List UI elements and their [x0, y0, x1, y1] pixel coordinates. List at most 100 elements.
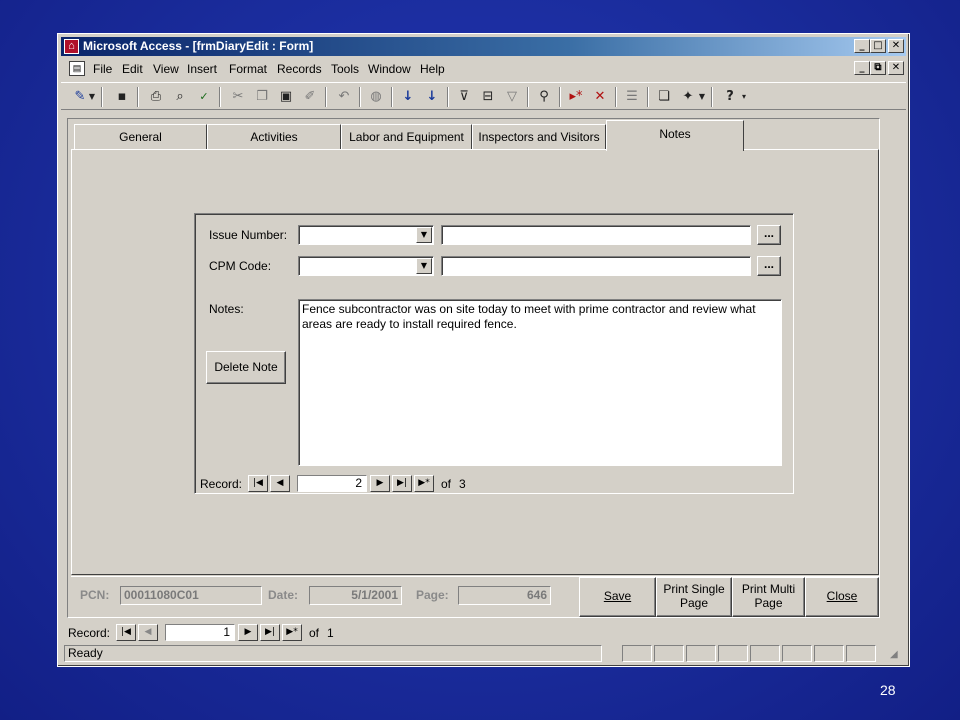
chevron-down-icon[interactable]: ▼ [416, 258, 432, 274]
status-pane [686, 645, 716, 662]
paste-icon[interactable]: ▣ [275, 86, 297, 108]
access-window: ⌂ Microsoft Access - [frmDiaryEdit : For… [57, 33, 910, 667]
cpm-description-field[interactable] [441, 256, 751, 276]
date-field: 5/1/2001 [309, 586, 402, 605]
window-title: Microsoft Access - [frmDiaryEdit : Form] [83, 39, 314, 53]
issue-lookup-button[interactable]: ... [757, 225, 781, 245]
new-record-icon[interactable]: ▸* [565, 86, 587, 108]
copy-icon[interactable]: ❐ [251, 86, 273, 108]
notes-text: Fence subcontractor was on site today to… [302, 302, 759, 331]
cpm-code-label: CPM Code: [209, 259, 272, 273]
maximize-button[interactable]: □ [870, 39, 886, 53]
menu-tools[interactable]: Tools [331, 62, 359, 76]
cut-icon[interactable]: ✂ [227, 86, 249, 108]
main-record-number[interactable]: 1 [165, 624, 235, 641]
menu-view[interactable]: View [153, 62, 179, 76]
menu-records[interactable]: Records [277, 62, 322, 76]
subform-record-label: Record: [200, 477, 243, 491]
database-window-icon[interactable]: ❏ [653, 86, 675, 108]
main-record-total: 1 [327, 626, 334, 640]
cpm-lookup-button[interactable]: ... [757, 256, 781, 276]
main-first-record-icon[interactable]: |◀ [116, 624, 136, 641]
mdi-minimize-button[interactable]: _ [854, 61, 870, 75]
main-of-label: of [309, 626, 320, 640]
apply-filter-icon[interactable]: ▽ [501, 86, 523, 108]
save-button[interactable]: Save [579, 577, 656, 617]
tab-labor-and-equipment[interactable]: Labor and Equipment [341, 124, 472, 150]
subform-record-number[interactable]: 2 [297, 475, 367, 492]
new-object-icon[interactable]: ✦ [677, 86, 699, 108]
filter-by-selection-icon[interactable]: ⊽ [453, 86, 475, 108]
subform-of-label: of [441, 477, 452, 491]
tab-inspectors-and-visitors[interactable]: Inspectors and Visitors [472, 124, 606, 150]
issue-description-field[interactable] [441, 225, 751, 245]
form-footer: PCN: 00011080C01 Date: 5/1/2001 Page: 64… [71, 576, 879, 617]
help-dropdown-icon[interactable]: ▾ [739, 86, 749, 108]
print-preview-icon[interactable]: ⌕ [169, 86, 191, 108]
tab-general[interactable]: General [74, 124, 207, 150]
minimize-button[interactable]: _ [854, 39, 870, 53]
chevron-down-icon[interactable]: ▼ [416, 227, 432, 243]
pcn-field: 00011080C01 [120, 586, 262, 605]
undo-icon[interactable]: ↶ [333, 86, 355, 108]
spelling-icon[interactable]: ✓ [193, 86, 215, 108]
page-label: Page: [416, 588, 449, 602]
form-control-menu-icon[interactable]: ▤ [69, 61, 85, 76]
notes-label: Notes: [209, 302, 244, 316]
tab-activities[interactable]: Activities [207, 124, 341, 150]
menu-help[interactable]: Help [420, 62, 445, 76]
print-single-page-button[interactable]: Print Single Page [656, 577, 732, 617]
sort-ascending-icon[interactable]: ↓ [397, 86, 419, 108]
format-painter-icon[interactable]: ✐ [299, 86, 321, 108]
mdi-close-button[interactable]: ✕ [888, 61, 904, 75]
previous-record-icon[interactable]: ◀ [270, 475, 290, 492]
help-icon[interactable]: ? [719, 86, 741, 108]
print-icon[interactable]: ⎙ [145, 86, 167, 108]
close-window-button[interactable]: ✕ [888, 39, 904, 53]
print-multi-page-button[interactable]: Print Multi Page [732, 577, 805, 617]
delete-note-button[interactable]: Delete Note [206, 351, 286, 384]
subform-record-total: 3 [459, 477, 466, 491]
delete-record-icon[interactable]: ✕ [589, 86, 611, 108]
new-record-nav-icon[interactable]: ▶* [414, 475, 434, 492]
title-bar: ⌂ Microsoft Access - [frmDiaryEdit : For… [61, 37, 906, 56]
close-form-button[interactable]: Close [805, 577, 879, 617]
main-previous-record-icon[interactable]: ◀ [138, 624, 158, 641]
pcn-label: PCN: [80, 588, 110, 602]
status-pane [782, 645, 812, 662]
date-label: Date: [268, 588, 299, 602]
menu-format[interactable]: Format [229, 62, 267, 76]
menu-insert[interactable]: Insert [187, 62, 217, 76]
new-object-dropdown-icon[interactable]: ▼ [697, 86, 707, 108]
save-icon[interactable]: ▪ [111, 86, 133, 108]
cpm-code-combo[interactable]: ▼ [298, 256, 434, 276]
next-record-icon[interactable]: ▶ [370, 475, 390, 492]
status-pane [814, 645, 844, 662]
filter-by-form-icon[interactable]: ⊟ [477, 86, 499, 108]
menu-window[interactable]: Window [368, 62, 411, 76]
tab-notes[interactable]: Notes [606, 120, 744, 151]
main-record-label: Record: [68, 626, 111, 640]
first-record-icon[interactable]: |◀ [248, 475, 268, 492]
find-icon[interactable]: ⚲ [533, 86, 555, 108]
access-key-icon[interactable]: ⌂ [64, 39, 79, 54]
sort-descending-icon[interactable]: ↓ [421, 86, 443, 108]
status-text: Ready [64, 645, 602, 662]
issue-number-combo[interactable]: ▼ [298, 225, 434, 245]
notes-textarea[interactable]: Fence subcontractor was on site today to… [298, 299, 782, 466]
hyperlink-icon[interactable]: ◍ [365, 86, 387, 108]
menu-edit[interactable]: Edit [122, 62, 143, 76]
menu-file[interactable]: File [93, 62, 112, 76]
main-last-record-icon[interactable]: ▶| [260, 624, 280, 641]
status-pane [750, 645, 780, 662]
notes-subform: Issue Number: ▼ ... CPM Code: ▼ ... Note… [194, 213, 794, 494]
view-dropdown-icon[interactable]: ▼ [87, 86, 97, 108]
last-record-icon[interactable]: ▶| [392, 475, 412, 492]
main-new-record-icon[interactable]: ▶* [282, 624, 302, 641]
mdi-restore-button[interactable]: ⧉ [870, 61, 886, 75]
toolbar: ✎ ▼ ▪ ⎙ ⌕ ✓ ✂ ❐ ▣ ✐ ↶ ◍ ↓ ↓ ⊽ ⊟ ▽ ⚲ ▸* ✕… [61, 82, 906, 110]
properties-icon[interactable]: ☰ [621, 86, 643, 108]
resize-grip-icon[interactable]: ◢ [890, 648, 903, 661]
notes-tab-panel: Issue Number: ▼ ... CPM Code: ▼ ... Note… [71, 149, 879, 575]
main-next-record-icon[interactable]: ▶ [238, 624, 258, 641]
